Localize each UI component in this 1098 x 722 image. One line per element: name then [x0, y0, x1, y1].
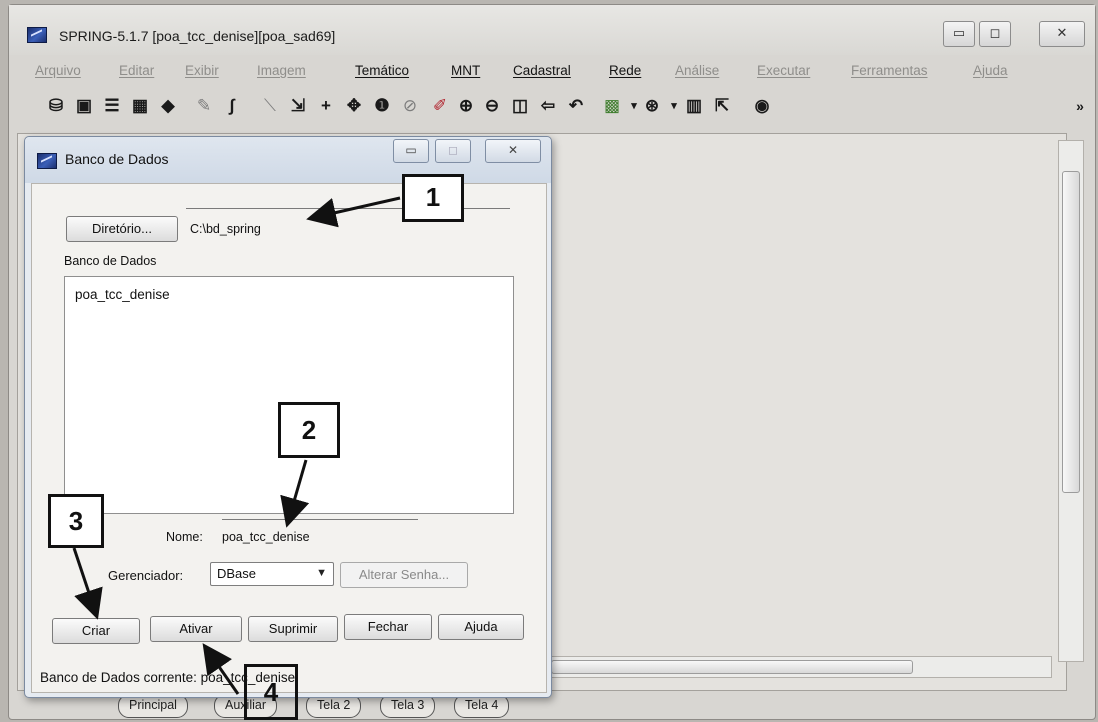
dialog-minimize-button[interactable]: ▭ [393, 139, 429, 163]
menu-ajuda[interactable]: Ajuda [973, 63, 1008, 78]
callout-2: 2 [278, 402, 340, 458]
line-icon[interactable]: ⟍ [259, 95, 281, 117]
list-item[interactable]: poa_tcc_denise [75, 287, 170, 302]
vertical-scroll-thumb[interactable] [1062, 171, 1080, 493]
move-icon[interactable]: ✥ [343, 95, 365, 117]
dialog-title: Banco de Dados [65, 151, 169, 167]
delete-button[interactable]: Suprimir [248, 616, 338, 642]
menu-rede[interactable]: Rede [609, 63, 641, 78]
help-button[interactable]: Ajuda [438, 614, 524, 640]
menu-exibir[interactable]: Exibir [185, 63, 219, 78]
measure-icon[interactable]: ⊘ [399, 95, 421, 117]
chart-icon[interactable]: ∫ [221, 95, 243, 117]
layer-icon[interactable]: ⊛ [641, 95, 663, 117]
callout-1: 1 [402, 174, 464, 222]
activate-button[interactable]: Ativar [150, 616, 242, 642]
zoom-in-icon[interactable]: ⊕ [455, 95, 477, 117]
horizontal-scrollbar[interactable] [540, 656, 1052, 678]
menu-editar[interactable]: Editar [119, 63, 154, 78]
menu-imagem[interactable]: Imagem [257, 63, 306, 78]
name-label: Nome: [166, 530, 203, 544]
zoom-out-icon[interactable]: ⊖ [481, 95, 503, 117]
back-icon[interactable]: ⇦ [537, 95, 559, 117]
info-icon[interactable]: ❶ [371, 95, 393, 117]
menu-tematico[interactable]: Temático [355, 63, 409, 78]
spring-app-icon [27, 27, 47, 43]
main-titlebar: SPRING-5.1.7 [poa_tcc_denise][poa_sad69]… [9, 5, 1095, 55]
database-list[interactable]: poa_tcc_denise [64, 276, 514, 514]
zoom-area-icon[interactable]: ◫ [509, 95, 531, 117]
callout-4: 4 [244, 664, 298, 720]
eraser-icon[interactable]: ◆ [157, 95, 179, 117]
pointer-icon[interactable]: ⇱ [711, 95, 733, 117]
toolbar: ⛁ ▣ ☰ ▦ ◆ ✎ ∫ ⟍ ⇲ + ✥ ❶ ⊘ ✐ ⊕ ⊖ ◫ ⇦ ↶ ▩ … [9, 87, 1095, 123]
menu-cadastral[interactable]: Cadastral [513, 63, 571, 78]
palette-icon[interactable]: ◉ [751, 95, 773, 117]
image-icon[interactable]: ▩ [601, 95, 623, 117]
database-list-label: Banco de Dados [64, 254, 157, 268]
dialog-titlebar: Banco de Dados ▭ ◻ ✕ [25, 137, 551, 183]
menu-mnt[interactable]: MNT [451, 63, 480, 78]
create-button[interactable]: Criar [52, 618, 140, 644]
dialog-app-icon [37, 153, 57, 169]
close-dialog-button[interactable]: Fechar [344, 614, 432, 640]
stack-icon[interactable]: ☰ [101, 95, 123, 117]
crosshair-icon[interactable]: + [315, 95, 337, 117]
database-icon[interactable]: ⛁ [45, 95, 67, 117]
maximize-button[interactable]: ◻ [979, 21, 1011, 47]
table-icon[interactable]: ▥ [683, 95, 705, 117]
dropdown-arrow-icon-2[interactable]: ▾ [663, 95, 685, 117]
menu-bar: Arquivo Editar Exibir Imagem Temático MN… [9, 57, 1095, 83]
manager-select-value: DBase [217, 566, 257, 581]
minimize-button[interactable]: ▭ [943, 21, 975, 47]
project-icon[interactable]: ▣ [73, 95, 95, 117]
callout-3: 3 [48, 494, 104, 548]
manager-select[interactable]: DBase ▼ [210, 562, 334, 586]
grid-icon[interactable]: ▦ [129, 95, 151, 117]
window-title: SPRING-5.1.7 [poa_tcc_denise][poa_sad69] [59, 28, 336, 44]
directory-path: C:\bd_spring [190, 222, 261, 236]
arrow-down-icon[interactable]: ⇲ [287, 95, 309, 117]
pencil-icon[interactable]: ✐ [429, 95, 451, 117]
horizontal-scroll-thumb[interactable] [551, 660, 913, 674]
name-field[interactable]: poa_tcc_denise [222, 530, 310, 544]
dialog-close-button[interactable]: ✕ [485, 139, 541, 163]
toolbar-overflow-icon[interactable]: » [1069, 95, 1091, 117]
pen-icon[interactable]: ✎ [193, 95, 215, 117]
vertical-scrollbar[interactable] [1058, 140, 1084, 662]
manager-label: Gerenciador: [108, 568, 184, 583]
change-password-button[interactable]: Alterar Senha... [340, 562, 468, 588]
chevron-down-icon: ▼ [316, 567, 327, 579]
name-underline [222, 519, 418, 520]
menu-ferramentas[interactable]: Ferramentas [851, 63, 928, 78]
undo-icon[interactable]: ↶ [565, 95, 587, 117]
menu-analise[interactable]: Análise [675, 63, 719, 78]
menu-executar[interactable]: Executar [757, 63, 810, 78]
dialog-maximize-button[interactable]: ◻ [435, 139, 471, 163]
menu-arquivo[interactable]: Arquivo [35, 63, 81, 78]
directory-button[interactable]: Diretório... [66, 216, 178, 242]
close-button[interactable]: ✕ [1039, 21, 1085, 47]
